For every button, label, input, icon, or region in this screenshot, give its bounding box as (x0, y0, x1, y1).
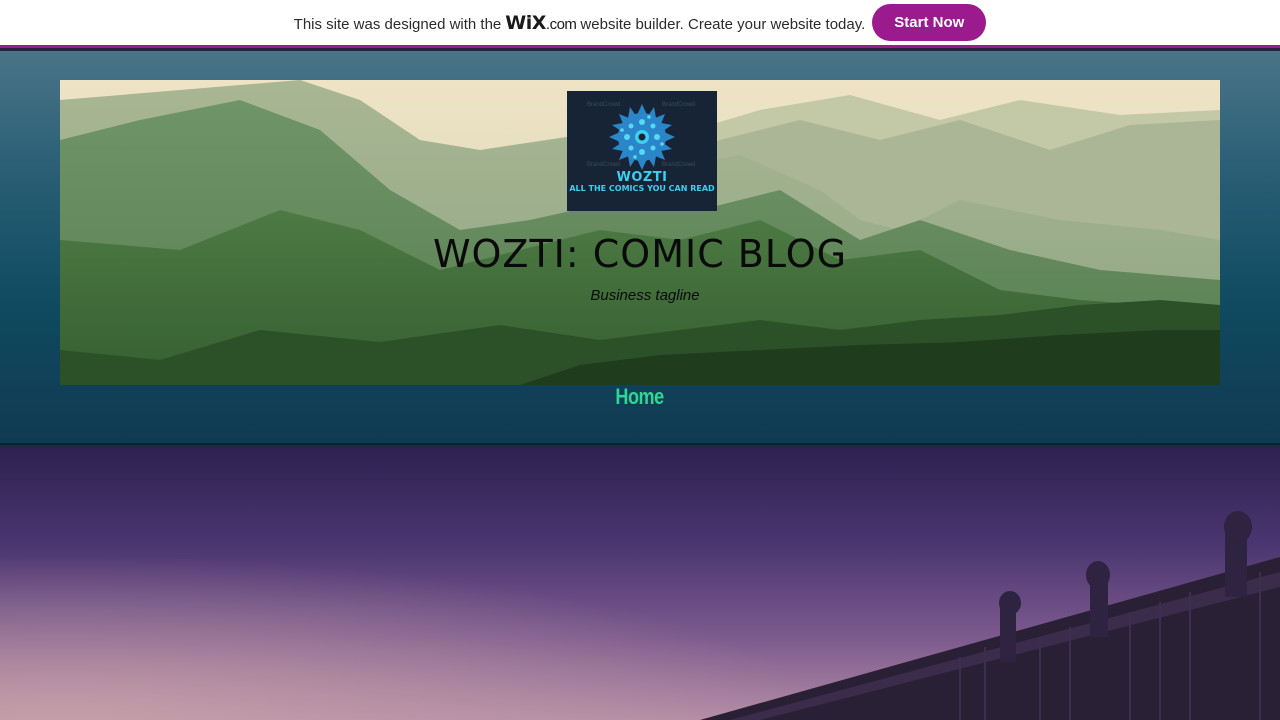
header-banner: BrandCrowd BrandCrowd BrandCrowd BrandCr… (60, 80, 1220, 385)
wix-logo[interactable]: WiX.com (505, 12, 577, 34)
wix-promo-text-after: website builder. Create your website tod… (580, 15, 866, 33)
nav-item-home[interactable]: Home (616, 384, 665, 410)
logo-watermark: BrandCrowd (587, 162, 621, 168)
site-header: BrandCrowd BrandCrowd BrandCrowd BrandCr… (0, 51, 1280, 445)
main-nav: Home (0, 384, 1280, 410)
spiky-gear-icon (609, 104, 675, 170)
logo-watermark: BrandCrowd (662, 162, 696, 168)
logo-watermark: BrandCrowd (587, 102, 621, 108)
start-now-button[interactable]: Start Now (872, 4, 987, 41)
wix-promo-bar: This site was designed with the WiX.com … (0, 0, 1280, 48)
logo-name: WOZTI (616, 170, 668, 185)
site-title: WOZTI: COMIC BLOG (432, 232, 848, 276)
hero-section (0, 447, 1280, 720)
logo-watermark: BrandCrowd (662, 102, 696, 108)
wix-promo-text-before: This site was designed with the (293, 15, 502, 33)
bridge-sunset-image (0, 447, 1280, 720)
business-tagline: Business tagline (590, 287, 700, 304)
wix-promo-text: This site was designed with the WiX.com … (294, 12, 866, 34)
site-logo[interactable]: BrandCrowd BrandCrowd BrandCrowd BrandCr… (567, 91, 717, 211)
logo-slogan: ALL THE COMICS YOU CAN READ (569, 184, 715, 193)
